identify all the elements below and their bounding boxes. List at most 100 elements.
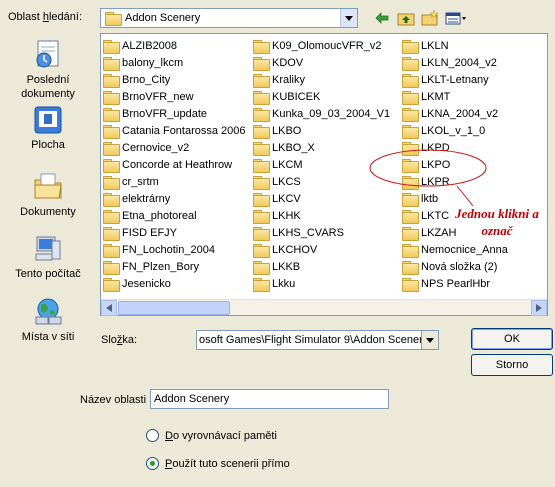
file-list-item[interactable]: K09_OlomoucVFR_v2 bbox=[253, 38, 381, 54]
lookin-combo[interactable]: Addon Scenery bbox=[100, 8, 358, 28]
file-list-item[interactable]: Kunka_09_03_2004_V1 bbox=[253, 106, 390, 122]
radio-cache[interactable]: Do vyrovnávací paměti bbox=[146, 429, 277, 442]
folder-icon bbox=[402, 243, 419, 258]
folder-open-icon bbox=[105, 11, 122, 26]
file-list-item[interactable]: Cernovice_v2 bbox=[103, 140, 189, 156]
radio-button[interactable] bbox=[146, 429, 159, 442]
file-list-item[interactable]: LKLN_2004_v2 bbox=[402, 55, 497, 71]
file-list-item[interactable]: FISD EFJY bbox=[103, 225, 177, 241]
folder-icon bbox=[253, 260, 270, 275]
file-list-item[interactable]: LKHS_CVARS bbox=[253, 225, 344, 241]
file-list-item[interactable]: LKMT bbox=[402, 89, 450, 105]
folder-icon bbox=[253, 73, 270, 88]
file-list-item[interactable]: LKBO_X bbox=[253, 140, 315, 156]
recent-documents-icon bbox=[36, 40, 59, 68]
file-name: BrnoVFR_new bbox=[122, 91, 194, 103]
folder-icon bbox=[103, 90, 120, 105]
folder-path-combo[interactable]: osoft Games\Flight Simulator 9\Addon Sce… bbox=[196, 330, 439, 350]
ok-button[interactable]: OK bbox=[471, 328, 553, 350]
up-folder-icon[interactable] bbox=[396, 8, 416, 28]
file-list-item[interactable]: LKOL_v_1_0 bbox=[402, 123, 485, 139]
file-list-item[interactable]: FN_Lochotin_2004 bbox=[103, 242, 215, 258]
file-name: LKHK bbox=[272, 210, 301, 222]
file-list-item[interactable]: LKLT-Letnany bbox=[402, 72, 489, 88]
lookin-value: Addon Scenery bbox=[125, 12, 201, 24]
file-list-item[interactable]: Kraliky bbox=[253, 72, 305, 88]
file-list-item[interactable]: LKNA_2004_v2 bbox=[402, 106, 498, 122]
file-list-item[interactable]: LKKB bbox=[253, 259, 300, 275]
name-label: Název oblasti bbox=[80, 394, 147, 406]
radio-button-checked[interactable] bbox=[146, 457, 159, 470]
file-list-item[interactable]: NPS PearlHbr bbox=[402, 276, 490, 292]
horizontal-scrollbar[interactable] bbox=[101, 299, 547, 316]
folder-icon bbox=[103, 124, 120, 139]
folder-icon bbox=[103, 226, 120, 241]
new-folder-icon[interactable] bbox=[420, 8, 440, 28]
file-list-item[interactable]: BrnoVFR_new bbox=[103, 89, 194, 105]
file-list-item[interactable]: ALZIB2008 bbox=[103, 38, 177, 54]
file-name: balony_lkcm bbox=[122, 57, 184, 69]
file-list-item[interactable]: elektrárny bbox=[103, 191, 170, 207]
my-documents-icon bbox=[34, 173, 62, 199]
file-list-item[interactable]: Etna_photoreal bbox=[103, 208, 197, 224]
place-recent[interactable]: Poslední dokumenty bbox=[4, 38, 92, 101]
file-list-item[interactable]: BrnoVFR_update bbox=[103, 106, 207, 122]
file-name: LKCV bbox=[272, 193, 301, 205]
file-list-item[interactable]: Catania Fontarossa 2006 bbox=[103, 123, 246, 139]
file-list-item[interactable]: KUBICEK bbox=[253, 89, 320, 105]
folder-icon bbox=[253, 175, 270, 190]
folder-icon bbox=[253, 192, 270, 207]
file-name: cr_srtm bbox=[122, 176, 159, 188]
file-list-item[interactable]: balony_lkcm bbox=[103, 55, 183, 71]
folder-icon bbox=[402, 39, 419, 54]
folder-icon bbox=[103, 277, 120, 292]
folder-icon bbox=[253, 56, 270, 71]
file-list-item[interactable]: LKCS bbox=[253, 174, 301, 190]
folder-icon bbox=[253, 141, 270, 156]
folder-icon bbox=[402, 90, 419, 105]
folder-label: Složka: bbox=[101, 334, 138, 346]
file-list-item[interactable]: LKHK bbox=[253, 208, 301, 224]
file-list-item[interactable]: Brno_City bbox=[103, 72, 170, 88]
folder-icon bbox=[402, 107, 419, 122]
file-name: Cernovice_v2 bbox=[122, 142, 190, 154]
file-list-item[interactable]: Concorde at Heathrow bbox=[103, 157, 232, 173]
place-desktop[interactable]: Plocha bbox=[4, 105, 92, 152]
file-name: LKKB bbox=[272, 261, 301, 273]
back-arrow-icon[interactable] bbox=[373, 8, 391, 28]
views-menu-icon[interactable] bbox=[444, 8, 468, 28]
file-list-item[interactable]: Nová složka (2) bbox=[402, 259, 497, 275]
place-computer[interactable]: Tento počítač bbox=[4, 234, 92, 281]
file-list-item[interactable]: cr_srtm bbox=[103, 174, 159, 190]
file-list-item[interactable]: Lkku bbox=[253, 276, 295, 292]
file-name: Nemocnice_Anna bbox=[421, 244, 508, 256]
chevron-down-icon[interactable] bbox=[421, 331, 438, 349]
place-network[interactable]: Místa v síti bbox=[4, 297, 92, 344]
folder-icon bbox=[103, 158, 120, 173]
folder-icon bbox=[253, 243, 270, 258]
file-name: LKCHOV bbox=[272, 244, 318, 256]
file-list-item[interactable]: KDOV bbox=[253, 55, 303, 71]
file-list-item[interactable]: LKCHOV bbox=[253, 242, 317, 258]
file-list-item[interactable]: LKBO bbox=[253, 123, 301, 139]
radio-direct[interactable]: Použít tuto scenerii přímo bbox=[146, 457, 290, 470]
scroll-thumb[interactable] bbox=[118, 301, 230, 315]
file-list-item[interactable]: LKLN bbox=[402, 38, 449, 54]
file-list-item[interactable]: Jesenicko bbox=[103, 276, 171, 292]
scroll-left-icon[interactable] bbox=[101, 300, 117, 316]
file-name: Lkku bbox=[272, 278, 296, 290]
scroll-right-icon[interactable] bbox=[531, 300, 547, 316]
file-name: FN_Plzen_Bory bbox=[122, 261, 200, 273]
name-input[interactable]: Addon Scenery bbox=[150, 389, 389, 409]
cancel-button[interactable]: Storno bbox=[471, 354, 553, 376]
folder-icon bbox=[103, 73, 120, 88]
file-list-item[interactable]: FN_Plzen_Bory bbox=[103, 259, 199, 275]
file-list-item[interactable]: LKCV bbox=[253, 191, 301, 207]
file-list-item[interactable]: Nemocnice_Anna bbox=[402, 242, 508, 258]
folder-icon bbox=[103, 107, 120, 122]
file-name: NPS PearlHbr bbox=[421, 278, 491, 290]
chevron-down-icon[interactable] bbox=[340, 9, 357, 27]
file-list-item[interactable]: LKCM bbox=[253, 157, 303, 173]
place-documents[interactable]: Dokumenty bbox=[4, 170, 92, 219]
file-name: Kraliky bbox=[272, 74, 306, 86]
